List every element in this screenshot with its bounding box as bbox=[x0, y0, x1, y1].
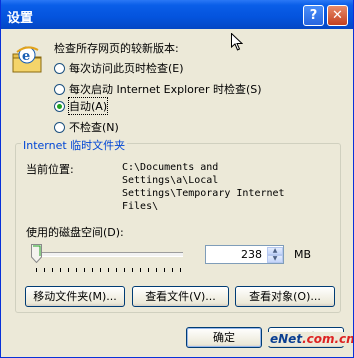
radio-every-start[interactable]: 每次启动 Internet Explorer 时检查(S) bbox=[54, 81, 262, 97]
ok-button[interactable]: 确定 bbox=[186, 327, 262, 348]
disk-space-value: 238 bbox=[241, 248, 262, 261]
spin-down-button[interactable]: ▼ bbox=[267, 255, 283, 263]
window-title: 设置 bbox=[7, 11, 34, 26]
slider-ticks bbox=[36, 268, 186, 272]
close-button[interactable]: ✕ bbox=[327, 5, 348, 26]
radio-label: 不检查(N) bbox=[69, 121, 119, 134]
mouse-cursor-icon bbox=[231, 33, 243, 51]
help-icon: ? bbox=[309, 8, 318, 23]
settings-dialog: 设置 ? ✕ e 检查所存网页的较新版本: 每次访问此页时检查(E) 每次启动 … bbox=[0, 0, 354, 358]
watermark-text: eNet bbox=[270, 332, 303, 346]
check-heading: 检查所存网页的较新版本: bbox=[54, 42, 179, 55]
spin-up-button[interactable]: ▲ bbox=[267, 247, 283, 255]
location-label: 当前位置: bbox=[26, 163, 74, 176]
temp-files-group-label: Internet 临时文件夹 bbox=[21, 137, 128, 153]
location-path: C:\Documents and Settings\a\Local Settin… bbox=[122, 162, 285, 212]
help-button[interactable]: ? bbox=[303, 5, 324, 26]
view-objects-button[interactable]: 查看对象(O)... bbox=[235, 286, 335, 307]
radio-automatic[interactable]: 自动(A) bbox=[54, 97, 109, 115]
radio-button[interactable] bbox=[54, 121, 65, 133]
disk-space-input[interactable]: 238 ▲ ▼ bbox=[205, 245, 284, 264]
disk-space-slider-track[interactable] bbox=[33, 252, 183, 257]
radio-label: 每次启动 Internet Explorer 时检查(S) bbox=[69, 83, 262, 96]
disk-space-unit: MB bbox=[294, 248, 312, 261]
watermark: eNet.com.cn bbox=[267, 332, 354, 346]
radio-label: 每次访问此页时检查(E) bbox=[69, 62, 184, 75]
disk-space-slider-thumb[interactable] bbox=[31, 244, 42, 263]
title-bar[interactable]: 设置 ? ✕ bbox=[1, 0, 353, 29]
internet-explorer-icon: e bbox=[12, 46, 42, 73]
watermark-domain: .com.cn bbox=[302, 332, 354, 346]
radio-button[interactable] bbox=[54, 83, 65, 95]
radio-button[interactable] bbox=[54, 62, 65, 74]
svg-text:e: e bbox=[22, 49, 30, 64]
radio-label: 自动(A) bbox=[67, 97, 109, 115]
radio-never[interactable]: 不检查(N) bbox=[54, 119, 119, 135]
move-folder-button[interactable]: 移动文件夹(M)... bbox=[25, 286, 125, 307]
close-icon: ✕ bbox=[332, 8, 343, 23]
radio-every-visit[interactable]: 每次访问此页时检查(E) bbox=[54, 60, 184, 76]
radio-button-selected[interactable] bbox=[54, 100, 65, 112]
view-files-button[interactable]: 查看文件(V)... bbox=[132, 286, 229, 307]
disk-space-label: 使用的磁盘空间(D): bbox=[26, 226, 124, 239]
